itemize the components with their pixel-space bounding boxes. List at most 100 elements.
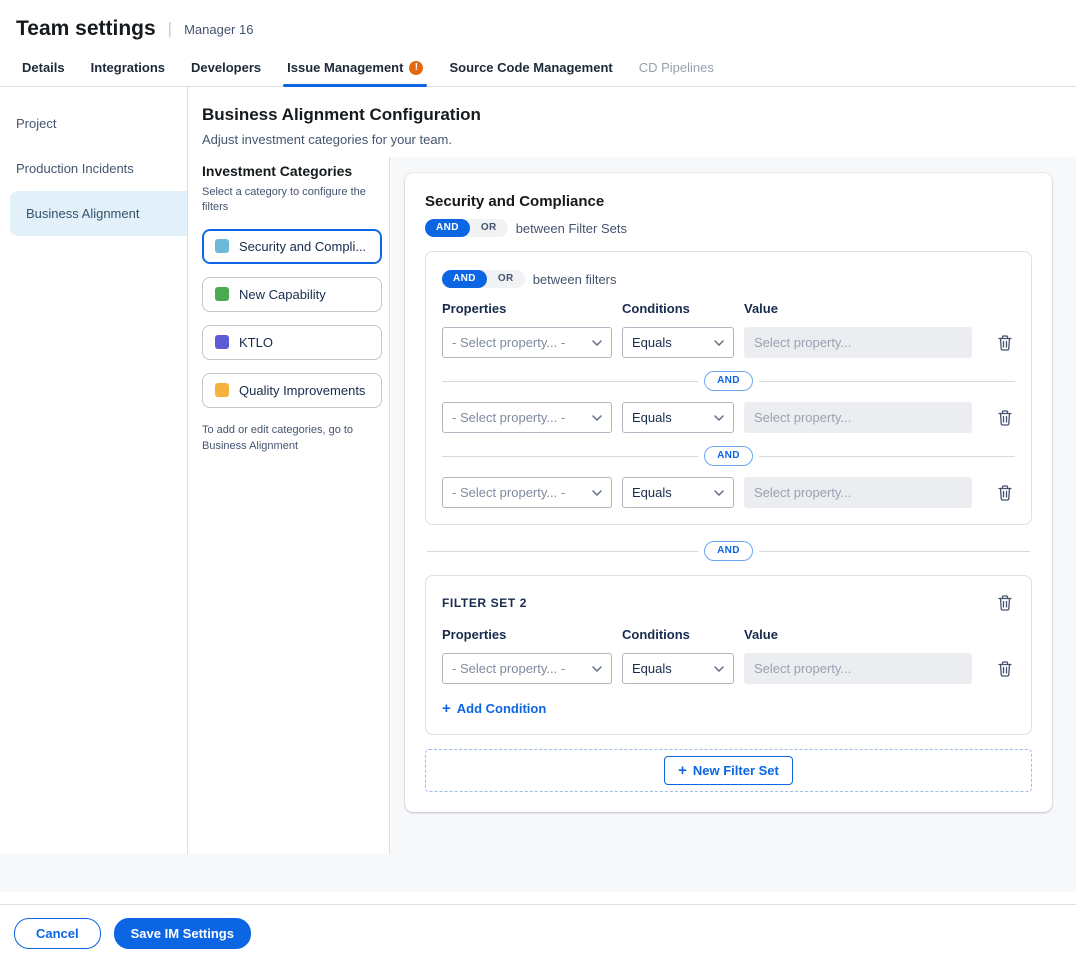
category-color-swatch [215,335,229,349]
add-condition-button[interactable]: + Add Condition [442,701,546,716]
settings-sidebar: Project Production Incidents Business Al… [0,87,188,854]
tab-source-code-management[interactable]: Source Code Management [439,52,622,86]
condition-select-value: Equals [632,485,672,500]
page-header: Team settings | Manager 16 [0,0,1076,52]
categories-subtitle: Select a category to configure the filte… [202,185,375,216]
and-joiner-pill: AND [704,371,753,391]
and-or-toggle-sets[interactable]: AND OR [425,219,508,237]
add-condition-label: Add Condition [457,701,547,716]
plus-icon: + [678,763,687,778]
or-segment[interactable]: OR [487,270,525,288]
chevron-down-icon [714,666,724,672]
tab-label: Issue Management [287,60,403,75]
trash-icon [998,661,1012,677]
tab-bar: Details Integrations Developers Issue Ma… [0,52,1076,87]
save-im-settings-button[interactable]: Save IM Settings [114,918,251,949]
delete-row-button[interactable] [995,482,1015,504]
chevron-down-icon [714,340,724,346]
trash-icon [998,410,1012,426]
delete-row-button[interactable] [995,407,1015,429]
new-filter-set-zone: + New Filter Set [425,749,1032,792]
trash-icon [998,335,1012,351]
tab-developers[interactable]: Developers [181,52,271,86]
title-divider: | [168,19,172,39]
chevron-down-icon [714,415,724,421]
value-input[interactable] [744,477,972,508]
sidebar-item-project[interactable]: Project [0,101,187,146]
toggle-label: between filters [533,272,617,287]
filter-set-2: FILTER SET 2 Properties Conditions Value [425,575,1032,735]
tab-issue-management[interactable]: Issue Management ! [277,52,433,86]
tab-integrations[interactable]: Integrations [81,52,175,86]
category-color-swatch [215,287,229,301]
filters-operator-row: AND OR between filters [442,270,1015,288]
value-input[interactable] [744,653,972,684]
plus-icon: + [442,701,451,716]
property-select[interactable]: - Select property... - [442,477,612,508]
category-ktlo[interactable]: KTLO [202,325,382,360]
toggle-label: between Filter Sets [516,221,627,236]
category-quality-improvements[interactable]: Quality Improvements [202,373,382,408]
selected-category-title: Security and Compliance [425,193,1032,210]
tab-label: Source Code Management [449,60,612,75]
business-alignment-content: Business Alignment Configuration Adjust … [188,87,1076,854]
filter-set-1: AND OR between filters Properties Condit… [425,251,1032,525]
categories-title: Investment Categories [202,163,375,179]
chevron-down-icon [592,340,602,346]
or-segment[interactable]: OR [470,219,508,237]
property-select[interactable]: - Select property... - [442,402,612,433]
tab-cd-pipelines: CD Pipelines [629,52,724,86]
categories-footnote: To add or edit categories, go to Busines… [202,422,375,455]
filter-set-2-header: FILTER SET 2 [442,592,1015,614]
category-new-capability[interactable]: New Capability [202,277,382,312]
investment-categories-panel: Investment Categories Select a category … [188,157,390,854]
sidebar-item-production-incidents[interactable]: Production Incidents [0,146,187,191]
property-select-value: - Select property... - [452,410,565,425]
chevron-down-icon [592,415,602,421]
tab-label: CD Pipelines [639,60,714,75]
property-select-value: - Select property... - [452,335,565,350]
bottom-spacer [0,854,1076,892]
category-label: Quality Improvements [239,383,365,398]
and-segment[interactable]: AND [442,270,487,288]
joiner-line [442,456,698,457]
value-input[interactable] [744,327,972,358]
column-headers: Properties Conditions Value [442,627,1015,642]
column-conditions: Conditions [622,627,734,642]
property-select-value: - Select property... - [452,485,565,500]
joiner-line [442,381,698,382]
filter-row: - Select property... - Equals [442,327,1015,358]
property-select[interactable]: - Select property... - [442,327,612,358]
sidebar-item-business-alignment[interactable]: Business Alignment [10,191,187,236]
and-joiner-pill: AND [704,541,753,561]
condition-select-value: Equals [632,410,672,425]
content-header: Business Alignment Configuration Adjust … [188,87,1076,157]
property-select[interactable]: - Select property... - [442,653,612,684]
value-input[interactable] [744,402,972,433]
cancel-button[interactable]: Cancel [14,918,101,949]
condition-select[interactable]: Equals [622,327,734,358]
delete-row-button[interactable] [995,332,1015,354]
filter-row: - Select property... - Equals [442,477,1015,508]
condition-select[interactable]: Equals [622,402,734,433]
new-filter-set-button[interactable]: + New Filter Set [664,756,793,785]
delete-row-button[interactable] [995,658,1015,680]
chevron-down-icon [714,490,724,496]
tab-details[interactable]: Details [12,52,75,86]
category-label: Security and Compli... [239,239,366,254]
and-segment[interactable]: AND [425,219,470,237]
filter-row: - Select property... - Equals [442,653,1015,684]
chevron-down-icon [592,490,602,496]
column-headers: Properties Conditions Value [442,301,1015,316]
condition-select[interactable]: Equals [622,477,734,508]
filter-set-2-title: FILTER SET 2 [442,592,527,610]
delete-filter-set-button[interactable] [995,592,1015,614]
condition-select[interactable]: Equals [622,653,734,684]
main-body: Project Production Incidents Business Al… [0,87,1076,854]
condition-select-value: Equals [632,335,672,350]
column-value: Value [744,627,972,642]
section-subtitle: Adjust investment categories for your te… [202,132,1062,147]
content-body: Investment Categories Select a category … [188,157,1076,854]
category-security-and-compliance[interactable]: Security and Compli... [202,229,382,264]
and-or-toggle-filters[interactable]: AND OR [442,270,525,288]
